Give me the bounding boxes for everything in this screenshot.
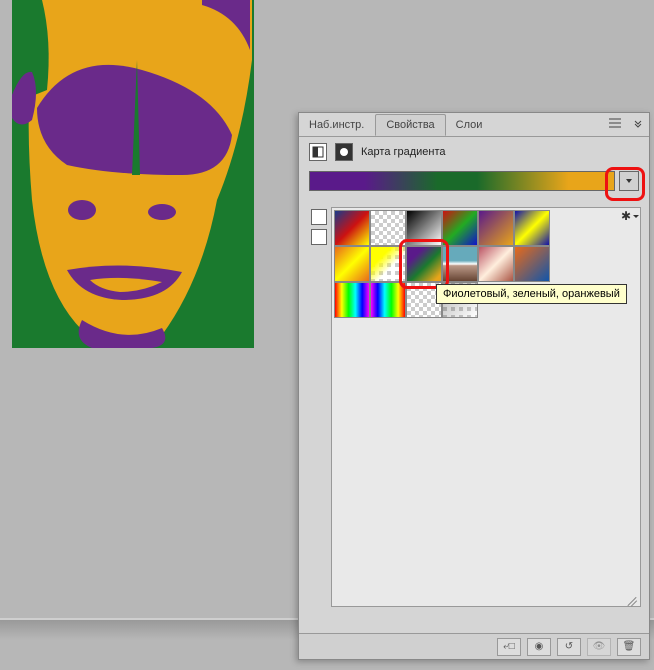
property-title: Карта градиента — [361, 146, 446, 158]
panel-menu-icon[interactable] — [603, 114, 627, 135]
gradient-dropdown-button[interactable] — [619, 171, 639, 191]
toggle-dither[interactable] — [311, 209, 327, 225]
gradient-preview[interactable] — [309, 171, 615, 191]
adjustment-layer-icon — [309, 143, 327, 161]
tab-layers[interactable]: Слои — [446, 115, 494, 135]
toggle-visibility-icon[interactable]: 👁 — [587, 638, 611, 656]
preset-swatch[interactable] — [334, 282, 370, 318]
delete-icon[interactable]: 🗑 — [617, 638, 641, 656]
picker-side-toggles — [311, 207, 331, 607]
preset-swatch[interactable] — [406, 246, 442, 282]
preset-swatch[interactable] — [442, 210, 478, 246]
panel-footer: ⤶□ ◉ ↺ 👁 🗑 — [299, 633, 649, 659]
preset-swatch[interactable] — [514, 246, 550, 282]
preset-swatch[interactable] — [478, 246, 514, 282]
mask-icon[interactable] — [335, 143, 353, 161]
preset-swatch[interactable] — [370, 282, 406, 318]
panel-collapse-icon[interactable] — [627, 114, 649, 135]
resize-grip-icon[interactable] — [626, 592, 638, 604]
preset-swatch[interactable] — [370, 246, 406, 282]
tab-tools[interactable]: Наб.инстр. — [299, 115, 375, 135]
clip-to-layer-icon[interactable]: ⤶□ — [497, 638, 521, 656]
properties-panel: Наб.инстр. Свойства Слои Карта градиента… — [298, 112, 650, 660]
gradient-editor-row — [299, 167, 649, 199]
toggle-reverse[interactable] — [311, 229, 327, 245]
preset-swatch[interactable] — [478, 210, 514, 246]
preset-swatch[interactable] — [334, 246, 370, 282]
view-previous-icon[interactable]: ◉ — [527, 638, 551, 656]
preset-swatch[interactable] — [406, 210, 442, 246]
tab-properties[interactable]: Свойства — [375, 114, 445, 136]
preset-swatch[interactable] — [442, 246, 478, 282]
panel-tabs: Наб.инстр. Свойства Слои — [299, 113, 649, 137]
preset-tooltip: Фиолетовый, зеленый, оранжевый — [436, 284, 627, 304]
picker-settings-icon[interactable] — [618, 206, 642, 226]
preset-swatch[interactable] — [370, 210, 406, 246]
preset-picker-box: Фиолетовый, зеленый, оранжевый — [331, 207, 641, 607]
property-header: Карта градиента — [299, 137, 649, 167]
gradient-picker: Фиолетовый, зеленый, оранжевый — [311, 207, 641, 607]
artwork-svg — [12, 0, 254, 348]
preset-swatch[interactable] — [514, 210, 550, 246]
canvas-artwork — [12, 0, 254, 348]
preset-swatch[interactable] — [334, 210, 370, 246]
reset-icon[interactable]: ↺ — [557, 638, 581, 656]
